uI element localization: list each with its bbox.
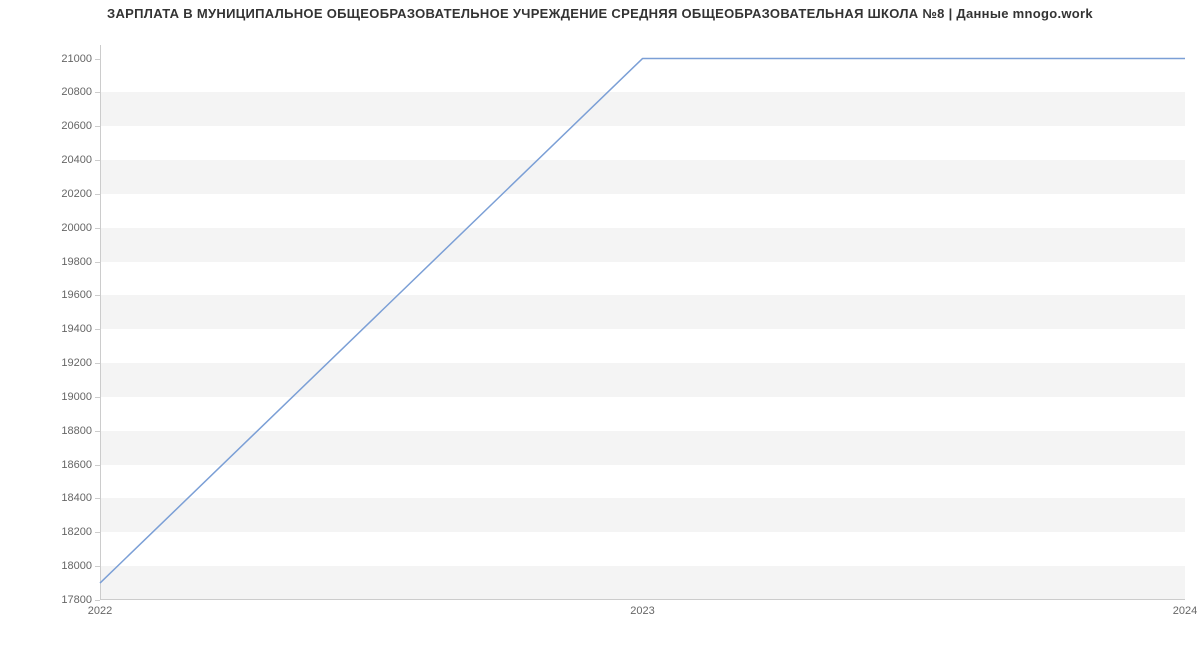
y-tick-label: 19600	[32, 289, 92, 301]
chart-container: ЗАРПЛАТА В МУНИЦИПАЛЬНОЕ ОБЩЕОБРАЗОВАТЕЛ…	[0, 0, 1200, 650]
y-tick-label: 17800	[32, 594, 92, 606]
y-tick-label: 20800	[32, 86, 92, 98]
y-tick-mark	[95, 295, 100, 296]
y-tick-mark	[95, 59, 100, 60]
y-tick-mark	[95, 397, 100, 398]
y-tick-mark	[95, 194, 100, 195]
y-tick-label: 19000	[32, 391, 92, 403]
x-tick-label: 2023	[630, 605, 654, 617]
y-tick-mark	[95, 498, 100, 499]
y-tick-label: 19800	[32, 256, 92, 268]
y-tick-mark	[95, 532, 100, 533]
y-tick-label: 20600	[32, 120, 92, 132]
y-tick-mark	[95, 431, 100, 432]
y-tick-label: 18400	[32, 492, 92, 504]
chart-title: ЗАРПЛАТА В МУНИЦИПАЛЬНОЕ ОБЩЕОБРАЗОВАТЕЛ…	[0, 6, 1200, 21]
y-tick-mark	[95, 262, 100, 263]
y-tick-mark	[95, 363, 100, 364]
y-tick-mark	[95, 228, 100, 229]
y-tick-mark	[95, 566, 100, 567]
y-tick-mark	[95, 329, 100, 330]
series-path	[100, 59, 1185, 584]
y-tick-mark	[95, 92, 100, 93]
y-tick-label: 18200	[32, 526, 92, 538]
y-tick-label: 20200	[32, 188, 92, 200]
y-tick-label: 19400	[32, 323, 92, 335]
y-tick-label: 19200	[32, 357, 92, 369]
plot-area: 202220232024	[100, 45, 1185, 600]
series-line-svg	[100, 45, 1185, 600]
y-tick-label: 18800	[32, 425, 92, 437]
y-tick-label: 18000	[32, 560, 92, 572]
x-tick-label: 2022	[88, 605, 112, 617]
y-tick-label: 20400	[32, 154, 92, 166]
y-tick-mark	[95, 160, 100, 161]
x-tick-label: 2024	[1173, 605, 1197, 617]
y-tick-label: 18600	[32, 459, 92, 471]
y-tick-label: 21000	[32, 53, 92, 65]
y-tick-mark	[95, 126, 100, 127]
y-tick-mark	[95, 600, 100, 601]
y-tick-mark	[95, 465, 100, 466]
y-tick-label: 20000	[32, 222, 92, 234]
